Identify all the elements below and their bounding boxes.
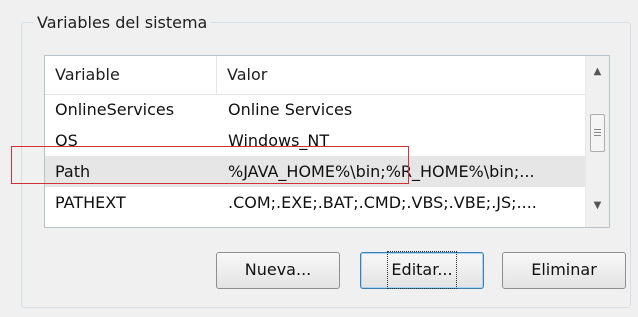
delete-button-label: Eliminar xyxy=(531,260,597,279)
table-row-selected[interactable]: Path %JAVA_HOME%\bin;%R_HOME%\bin;... xyxy=(45,156,586,187)
variable-cell: OnlineServices xyxy=(55,100,175,119)
value-cell: Windows_NT xyxy=(228,131,330,150)
value-cell xyxy=(228,218,583,227)
grip-line xyxy=(594,135,601,136)
table-row[interactable]: PATHEXT .COM;.EXE;.BAT;.CMD;.VBS;.VBE;.J… xyxy=(45,187,586,218)
edit-button-label: Editar... xyxy=(387,251,457,289)
value-cell: .COM;.EXE;.BAT;.CMD;.VBS;.VBE;.JS;.... xyxy=(228,193,537,212)
scroll-down-icon[interactable]: ▼ xyxy=(586,196,609,216)
column-header-variable[interactable]: Variable xyxy=(45,56,217,94)
grip-line xyxy=(594,129,601,130)
table-row[interactable]: OnlineServices Online Services xyxy=(45,94,586,125)
column-header-value[interactable]: Valor xyxy=(217,56,586,94)
new-button[interactable]: Nueva... xyxy=(216,252,340,289)
list-header: Variable Valor xyxy=(45,56,586,95)
variables-list[interactable]: Variable Valor OnlineServices Online Ser… xyxy=(44,55,610,228)
variable-cell: OS xyxy=(55,131,78,150)
scroll-thumb[interactable] xyxy=(590,114,605,152)
value-cell: Online Services xyxy=(228,100,353,119)
variable-cell: PATHEXT xyxy=(55,193,126,212)
edit-button[interactable]: Editar... xyxy=(360,251,484,289)
group-title: Variables del sistema xyxy=(33,13,212,33)
vertical-scrollbar[interactable]: ▲ ▼ xyxy=(585,56,609,227)
table-row[interactable]: OS Windows_NT xyxy=(45,125,586,156)
variable-cell: Path xyxy=(55,162,91,181)
table-row[interactable]: PCBRAND xyxy=(45,218,586,227)
variable-cell: PCBRAND xyxy=(55,218,215,227)
delete-button[interactable]: Eliminar xyxy=(502,252,626,289)
new-button-label: Nueva... xyxy=(244,260,312,279)
grip-line xyxy=(594,132,601,133)
value-cell: %JAVA_HOME%\bin;%R_HOME%\bin;... xyxy=(228,162,535,181)
scroll-up-icon[interactable]: ▲ xyxy=(586,62,609,82)
